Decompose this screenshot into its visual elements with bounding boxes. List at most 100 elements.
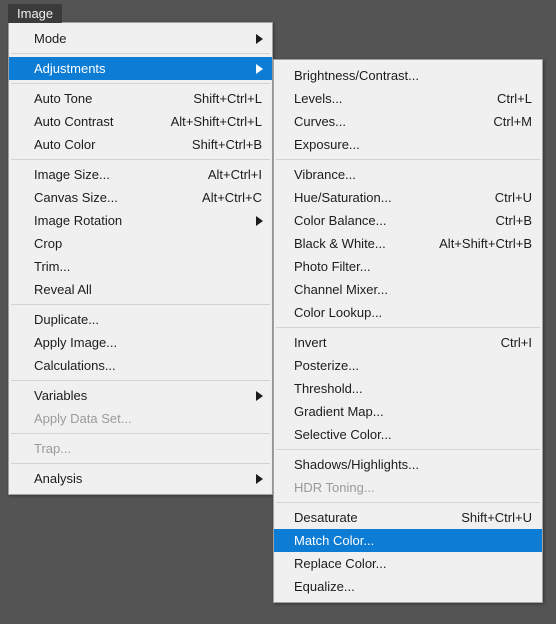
menu-item-canvas-size[interactable]: Canvas Size... Alt+Ctrl+C [9,186,272,209]
menu-item-label: Curves... [294,114,347,129]
menu-item-shortcut: Alt+Shift+Ctrl+L [170,114,262,129]
menu-item-shortcut: Shift+Ctrl+L [193,91,262,106]
menu-item-apply-data-set: Apply Data Set... [9,407,272,430]
menu-item-match-color[interactable]: Match Color... [274,529,542,552]
menu-item-label: Mode [34,31,67,46]
menu-separator [276,502,540,503]
menu-separator [11,463,270,464]
menu-item-selective-color[interactable]: Selective Color... [274,423,542,446]
menu-item-levels[interactable]: Levels... Ctrl+L [274,87,542,110]
menu-item-label: Calculations... [34,358,116,373]
menu-item-label: Canvas Size... [34,190,118,205]
menu-separator [11,159,270,160]
menu-item-analysis[interactable]: Analysis [9,467,272,490]
menu-item-black-white[interactable]: Black & White... Alt+Shift+Ctrl+B [274,232,542,255]
menu-item-gradient-map[interactable]: Gradient Map... [274,400,542,423]
menu-item-label: Auto Color [34,137,96,152]
menu-item-shortcut: Ctrl+M [493,114,532,129]
menu-item-label: Levels... [294,91,343,106]
menu-item-label: Crop [34,236,63,251]
menu-item-hue-saturation[interactable]: Hue/Saturation... Ctrl+U [274,186,542,209]
menubar-item-image[interactable]: Image [8,4,63,23]
menu-item-shortcut: Alt+Ctrl+C [202,190,262,205]
menu-item-image-rotation[interactable]: Image Rotation [9,209,272,232]
menu-item-mode[interactable]: Mode [9,27,272,50]
menu-item-label: Black & White... [294,236,386,251]
submenu-arrow-icon [256,63,263,74]
menu-separator [11,83,270,84]
menu-item-shortcut: Shift+Ctrl+B [191,137,262,152]
menu-item-vibrance[interactable]: Vibrance... [274,163,542,186]
menu-separator [276,327,540,328]
menu-item-shadows-highlights[interactable]: Shadows/Highlights... [274,453,542,476]
submenu-arrow-icon [256,390,263,401]
menu-item-equalize[interactable]: Equalize... [274,575,542,598]
image-menu-panel: Mode Adjustments Auto Tone Shift+Ctrl+L Auto… [8,22,273,495]
menu-item-label: Trap... [34,441,72,456]
menu-item-label: Color Lookup... [294,305,383,320]
menu-item-crop[interactable]: Crop [9,232,272,255]
menu-item-calculations[interactable]: Calculations... [9,354,272,377]
menu-item-apply-image[interactable]: Apply Image... [9,331,272,354]
menu-item-brightness-contrast[interactable]: Brightness/Contrast... [274,64,542,87]
menu-item-replace-color[interactable]: Replace Color... [274,552,542,575]
menu-item-label: Photo Filter... [294,259,371,274]
menu-item-label: Reveal All [34,282,92,297]
menu-item-threshold[interactable]: Threshold... [274,377,542,400]
menu-item-image-size[interactable]: Image Size... Alt+Ctrl+I [9,163,272,186]
menu-item-label: Adjustments [34,61,106,76]
menu-item-label: Replace Color... [294,556,387,571]
menu-item-label: Hue/Saturation... [294,190,392,205]
menu-item-label: Equalize... [294,579,355,594]
menu-item-label: Apply Image... [34,335,118,350]
submenu-arrow-icon [256,33,263,44]
menu-item-shortcut: Ctrl+B [495,213,532,228]
menu-item-label: Exposure... [294,137,360,152]
menu-item-label: HDR Toning... [294,480,375,495]
menu-item-auto-contrast[interactable]: Auto Contrast Alt+Shift+Ctrl+L [9,110,272,133]
menu-item-label: Apply Data Set... [34,411,132,426]
menu-item-color-lookup[interactable]: Color Lookup... [274,301,542,324]
menu-item-curves[interactable]: Curves... Ctrl+M [274,110,542,133]
menu-item-variables[interactable]: Variables [9,384,272,407]
menu-item-desaturate[interactable]: Desaturate Shift+Ctrl+U [274,506,542,529]
menu-item-label: Posterize... [294,358,360,373]
menu-item-photo-filter[interactable]: Photo Filter... [274,255,542,278]
menu-item-reveal-all[interactable]: Reveal All [9,278,272,301]
menu-item-label: Image Size... [34,167,110,182]
menu-item-label: Shadows/Highlights... [294,457,420,472]
menu-separator [11,380,270,381]
menu-item-color-balance[interactable]: Color Balance... Ctrl+B [274,209,542,232]
menu-item-label: Image Rotation [34,213,123,228]
menu-separator [276,449,540,450]
menu-item-label: Channel Mixer... [294,282,388,297]
menu-item-adjustments[interactable]: Adjustments [9,57,272,80]
menu-item-shortcut: Ctrl+L [496,91,532,106]
menu-item-trim[interactable]: Trim... [9,255,272,278]
menu-item-label: Analysis [34,471,83,486]
menu-item-channel-mixer[interactable]: Channel Mixer... [274,278,542,301]
menu-item-label: Color Balance... [294,213,387,228]
menu-separator [11,304,270,305]
menu-item-auto-color[interactable]: Auto Color Shift+Ctrl+B [9,133,272,156]
menu-item-label: Desaturate [294,510,358,525]
menu-separator [11,53,270,54]
menu-item-label: Selective Color... [294,427,392,442]
menu-item-label: Gradient Map... [294,404,384,419]
menu-item-label: Match Color... [294,533,375,548]
menu-separator [276,159,540,160]
menu-item-duplicate[interactable]: Duplicate... [9,308,272,331]
menu-item-auto-tone[interactable]: Auto Tone Shift+Ctrl+L [9,87,272,110]
menu-item-label: Auto Tone [34,91,93,106]
menu-item-shortcut: Ctrl+I [500,335,532,350]
menu-item-label: Duplicate... [34,312,100,327]
menu-item-shortcut: Alt+Shift+Ctrl+B [439,236,532,251]
adjustments-submenu-panel: Brightness/Contrast... Levels... Ctrl+L Cur… [273,59,543,603]
submenu-arrow-icon [256,473,263,484]
menu-item-shortcut: Ctrl+U [494,190,532,205]
menu-item-trap: Trap... [9,437,272,460]
menu-item-exposure[interactable]: Exposure... [274,133,542,156]
menu-item-posterize[interactable]: Posterize... [274,354,542,377]
menu-item-invert[interactable]: Invert Ctrl+I [274,331,542,354]
menu-item-label: Variables [34,388,88,403]
